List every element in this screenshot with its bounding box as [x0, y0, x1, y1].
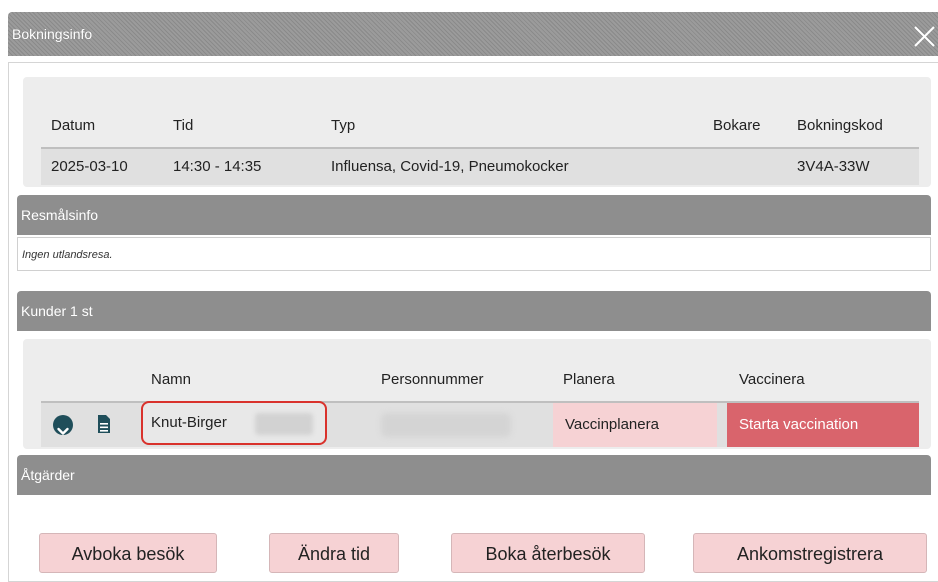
col-typ: Typ	[331, 117, 356, 134]
redacted-personnummer	[381, 413, 511, 437]
booking-table-row: 2025-03-10 14:30 - 14:35 Influensa, Covi…	[41, 149, 919, 185]
col-tid: Tid	[173, 117, 194, 134]
chevron-down-icon[interactable]	[53, 415, 73, 435]
dialog-titlebar: Bokningsinfo	[8, 12, 938, 56]
customers-panel: Namn Personnummer Planera Vaccinera Knut…	[23, 339, 931, 449]
redacted-surname	[255, 413, 313, 435]
booking-info-dialog: Bokningsinfo Datum Tid Typ Bokare Boknin…	[0, 0, 938, 582]
section-header-resmalsinfo[interactable]: Resmålsinfo	[17, 195, 931, 235]
col-planera: Planera	[563, 371, 615, 388]
booking-code: 3V4A-33W	[797, 158, 870, 175]
vaccinplanera-button[interactable]: Vaccinplanera	[553, 403, 717, 447]
customer-name-highlight[interactable]: Knut-Birger	[141, 401, 327, 445]
col-vaccinera: Vaccinera	[739, 371, 805, 388]
booking-type: Influensa, Covid-19, Pneumokocker	[331, 158, 569, 175]
col-bokningskod: Bokningskod	[797, 117, 883, 134]
customer-row: Knut-Birger Vaccinplanera Starta vaccina…	[41, 401, 919, 447]
close-icon[interactable]	[906, 18, 938, 52]
avboka-besok-button[interactable]: Avboka besök	[39, 533, 217, 573]
booking-time: 14:30 - 14:35	[173, 158, 262, 175]
customers-table-header: Namn Personnummer Planera Vaccinera	[41, 359, 919, 403]
resmalsinfo-body: Ingen utlandsresa.	[17, 237, 931, 271]
booking-details-panel: Datum Tid Typ Bokare Bokningskod 2025-03…	[23, 77, 931, 187]
document-icon[interactable]	[97, 414, 111, 434]
section-header-kunder[interactable]: Kunder 1 st	[17, 291, 931, 331]
col-personnummer: Personnummer	[381, 371, 484, 388]
resmalsinfo-title: Resmålsinfo	[21, 207, 99, 223]
starta-vaccination-label: Starta vaccination	[739, 416, 859, 433]
travel-note: Ingen utlandsresa.	[22, 249, 113, 261]
atgarder-body: Avboka besök Ändra tid Boka återbesök An…	[17, 497, 931, 581]
ankomstregistrera-button[interactable]: Ankomstregistrera	[693, 533, 927, 573]
col-datum: Datum	[51, 117, 96, 134]
vaccinplanera-label: Vaccinplanera	[565, 416, 659, 433]
boka-aterbesok-button[interactable]: Boka återbesök	[451, 533, 645, 573]
chevron-down-glyph	[57, 427, 69, 435]
kunder-title: Kunder 1 st	[21, 303, 93, 319]
col-namn: Namn	[151, 371, 192, 388]
dialog-content: Datum Tid Typ Bokare Bokningskod 2025-03…	[8, 62, 938, 582]
dialog-title: Bokningsinfo	[12, 26, 93, 42]
atgarder-title: Åtgärder	[21, 467, 75, 483]
andra-tid-button[interactable]: Ändra tid	[269, 533, 399, 573]
starta-vaccination-button[interactable]: Starta vaccination	[727, 403, 919, 447]
section-header-atgarder[interactable]: Åtgärder	[17, 455, 931, 495]
customer-name: Knut-Birger	[151, 414, 227, 431]
booking-date: 2025-03-10	[51, 158, 128, 175]
booking-table-header: Datum Tid Typ Bokare Bokningskod	[41, 105, 919, 149]
col-bokare: Bokare	[713, 117, 761, 134]
